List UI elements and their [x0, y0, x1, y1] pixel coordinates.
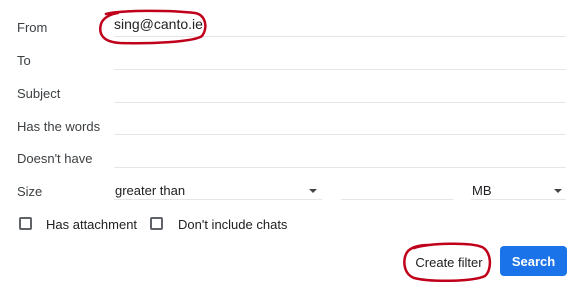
has-the-words-label: Has the words [17, 119, 101, 134]
search-button[interactable]: Search [500, 246, 567, 276]
has-attachment-label[interactable]: Has attachment [46, 217, 137, 232]
from-field[interactable]: sing@canto.ie [114, 14, 566, 36]
has-the-words-field-underline [114, 134, 566, 135]
size-comparator-underline [114, 199, 322, 200]
size-comparator-value: greater than [115, 183, 186, 198]
subject-field-underline [114, 102, 566, 103]
from-field-underline [114, 36, 566, 37]
to-field-underline [114, 69, 566, 70]
size-number-underline [341, 199, 453, 200]
create-filter-button[interactable]: Create filter [410, 246, 488, 278]
subject-label: Subject [17, 86, 61, 101]
doesnt-have-field[interactable] [114, 145, 566, 167]
from-field-value: sing@canto.ie [114, 16, 203, 32]
has-attachment-checkbox[interactable] [19, 217, 32, 230]
chevron-down-icon [554, 189, 562, 193]
to-field[interactable] [114, 47, 566, 69]
has-the-words-field[interactable] [114, 113, 566, 135]
size-label: Size [17, 184, 43, 199]
subject-field[interactable] [114, 80, 566, 102]
chevron-down-icon [309, 189, 317, 193]
size-unit-select[interactable]: MB [471, 178, 566, 200]
dont-include-chats-label[interactable]: Don't include chats [178, 217, 287, 232]
size-unit-value: MB [472, 183, 492, 198]
from-label: From [17, 20, 48, 35]
to-label: To [17, 53, 31, 68]
doesnt-have-field-underline [114, 167, 566, 168]
dont-include-chats-checkbox[interactable] [150, 217, 163, 230]
size-unit-underline [471, 199, 566, 200]
size-comparator-select[interactable]: greater than [114, 178, 322, 200]
doesnt-have-label: Doesn't have [17, 151, 93, 166]
size-number-field[interactable] [341, 178, 453, 200]
